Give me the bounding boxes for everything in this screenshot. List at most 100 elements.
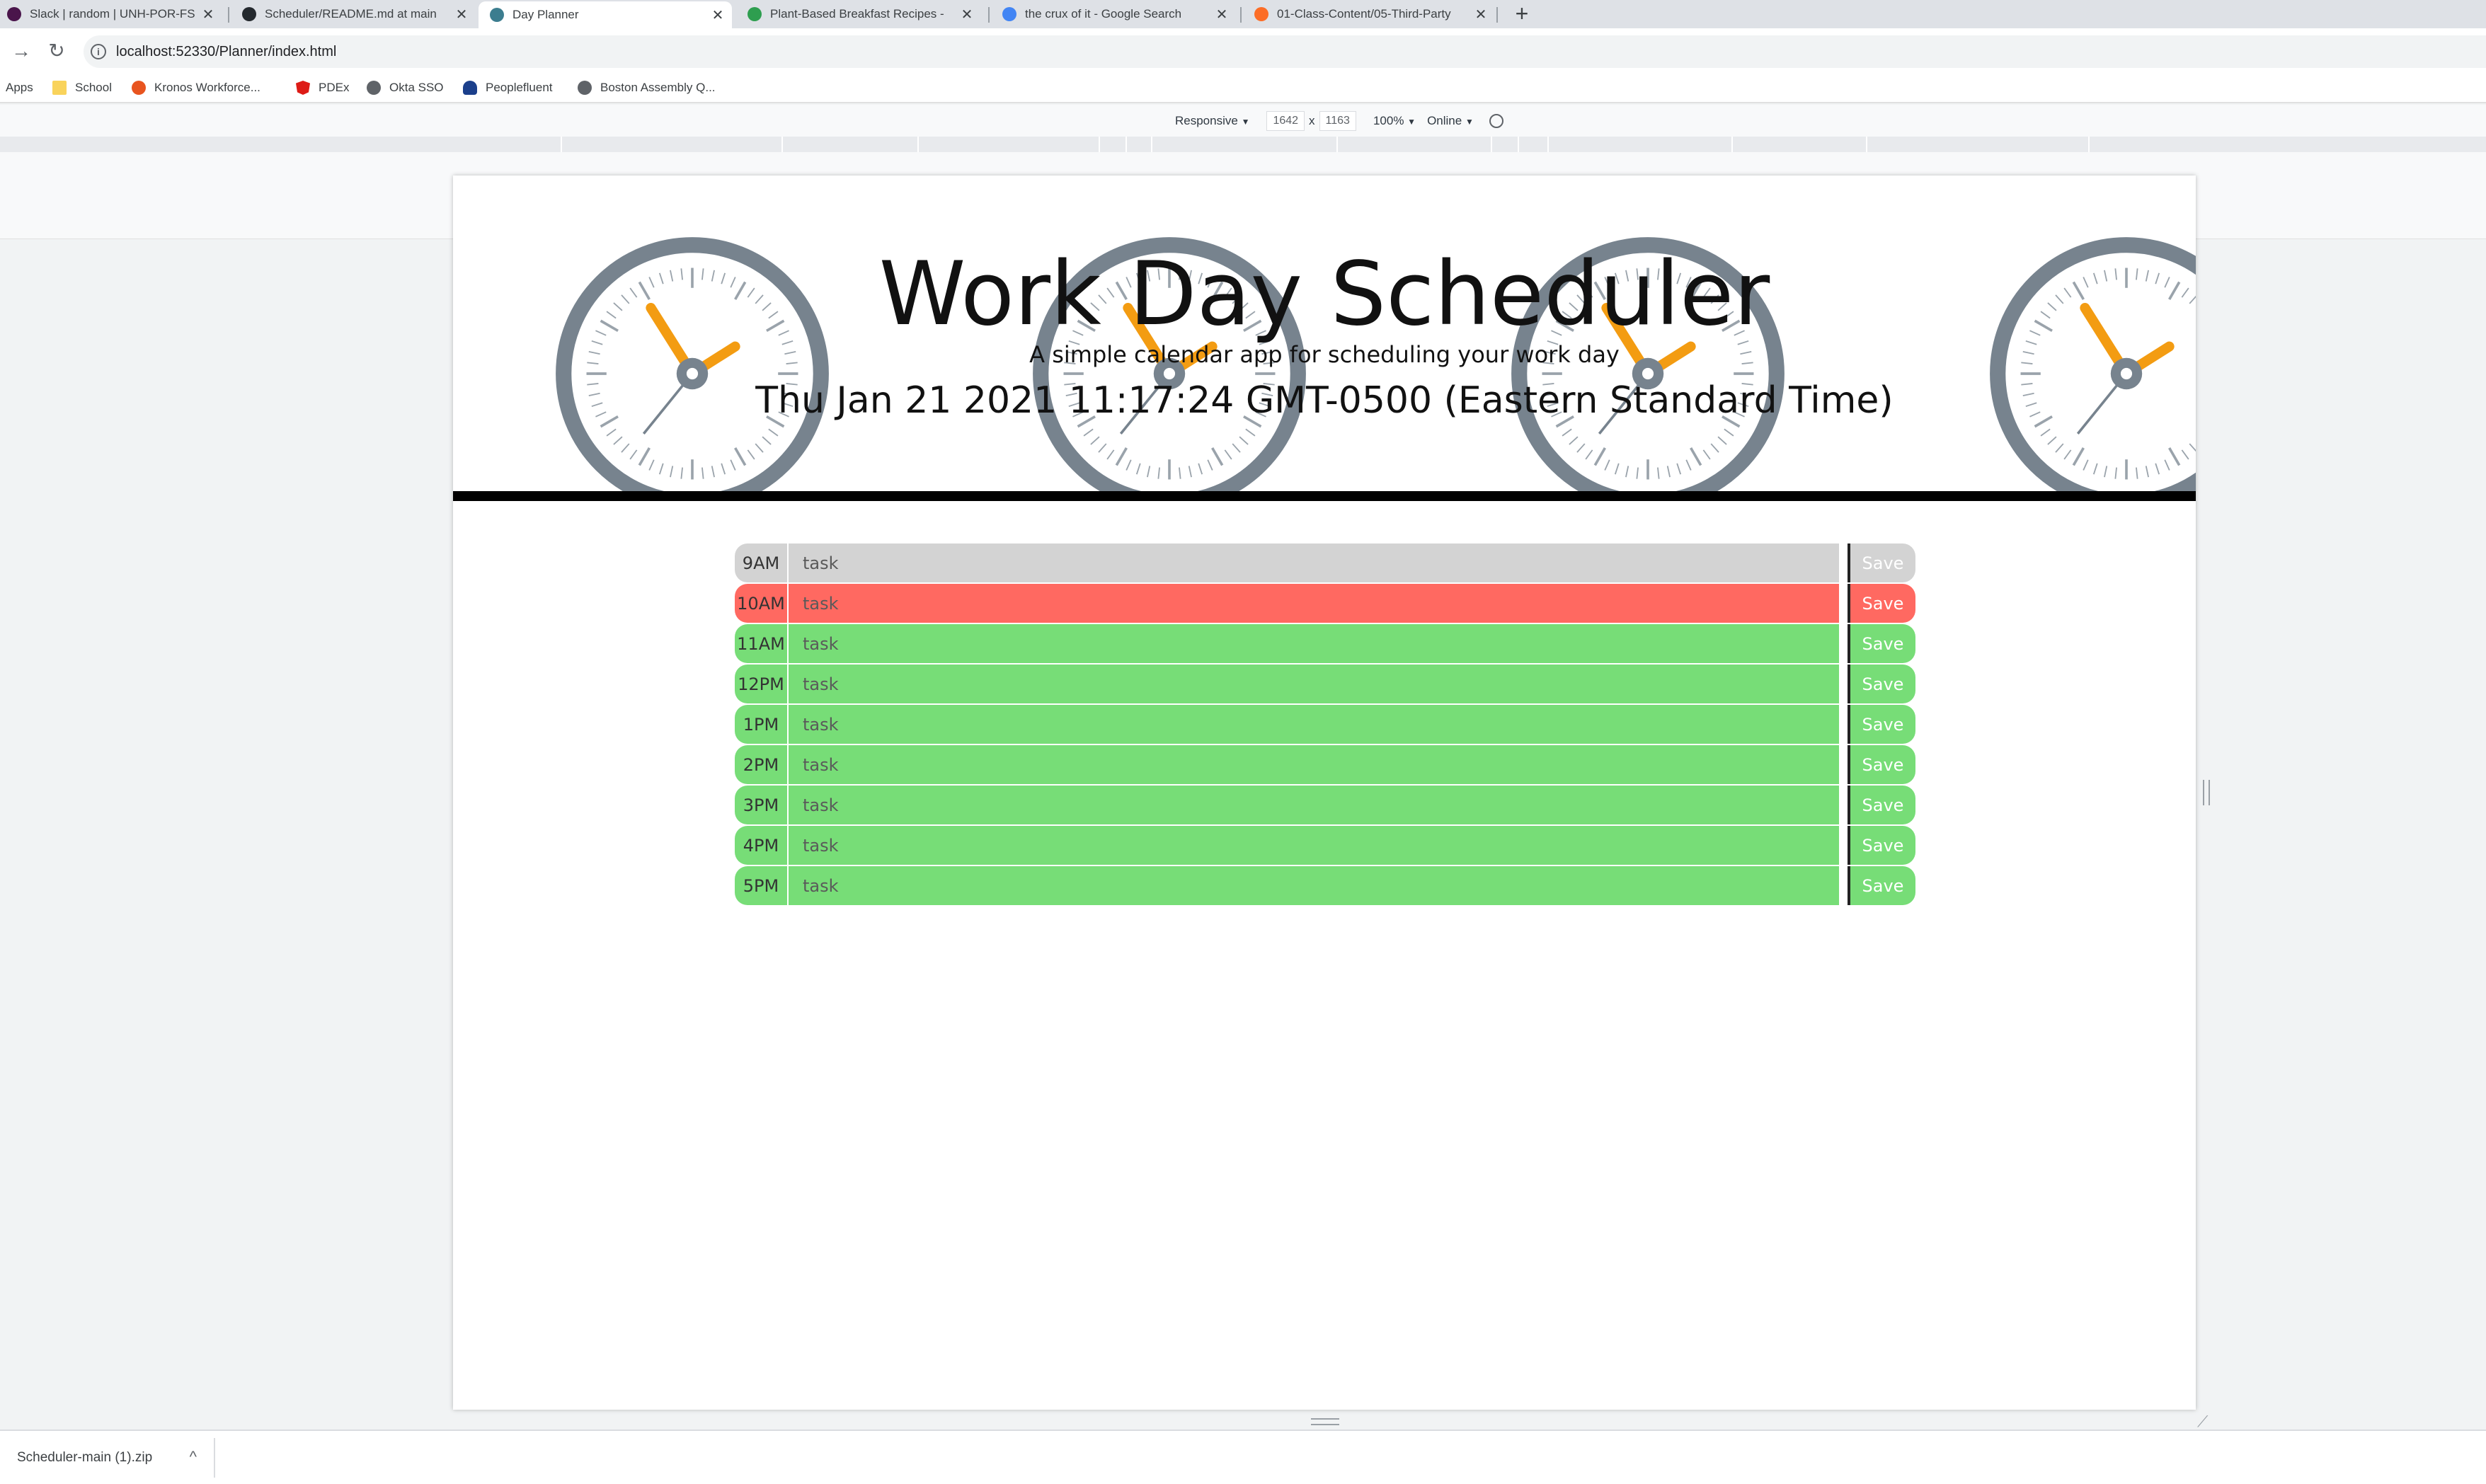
time-block-row: 10AM Save bbox=[735, 584, 1915, 624]
network-select[interactable]: Online ▼ bbox=[1427, 114, 1474, 128]
tab-recipes[interactable]: Plant-Based Breakfast Recipes - ✕ bbox=[736, 0, 981, 28]
ruler-mark bbox=[1125, 137, 1127, 152]
bookmark-kronos[interactable]: Kronos Workforce... bbox=[132, 81, 260, 95]
tab-title: Plant-Based Breakfast Recipes - bbox=[770, 7, 944, 21]
kronos-icon bbox=[132, 81, 146, 95]
save-button[interactable]: Save bbox=[1848, 624, 1915, 663]
hour-label: 1PM bbox=[735, 705, 787, 744]
tab-day-planner[interactable]: Day Planner ✕ bbox=[479, 1, 732, 28]
close-icon[interactable]: ✕ bbox=[711, 6, 725, 24]
task-input[interactable] bbox=[789, 786, 1839, 824]
url-text[interactable]: localhost:52330/Planner/index.html bbox=[116, 44, 336, 60]
info-icon[interactable]: i bbox=[91, 44, 106, 59]
folder-icon bbox=[52, 81, 67, 95]
save-button[interactable]: Save bbox=[1848, 705, 1915, 744]
github-icon bbox=[242, 7, 256, 21]
task-input[interactable] bbox=[789, 665, 1839, 703]
media-query-ruler[interactable] bbox=[0, 137, 2486, 152]
page-lead: A simple calendar app for scheduling you… bbox=[1029, 341, 1620, 368]
peoplefluent-icon bbox=[463, 81, 477, 95]
task-input[interactable] bbox=[789, 624, 1839, 663]
save-button[interactable]: Save bbox=[1848, 866, 1915, 905]
chevron-up-icon[interactable]: ^ bbox=[190, 1448, 197, 1466]
ruler-mark bbox=[1547, 137, 1549, 152]
close-icon[interactable]: ✕ bbox=[454, 6, 469, 23]
download-item[interactable]: Scheduler-main (1).zip ^ bbox=[0, 1438, 215, 1478]
bookmarks-bar: Apps School Kronos Workforce... PDEx Okt… bbox=[0, 75, 2486, 103]
zoom-label: 100% bbox=[1373, 114, 1404, 127]
tab-google[interactable]: the crux of it - Google Search ✕ bbox=[991, 0, 1236, 28]
tab-gitlab[interactable]: 01-Class-Content/05-Third-Party ✕ bbox=[1243, 0, 1495, 28]
save-button[interactable]: Save bbox=[1848, 543, 1915, 582]
tab-title: Day Planner bbox=[512, 8, 579, 21]
ruler-mark bbox=[2088, 137, 2090, 152]
header-jumbotron: Work Day Scheduler A simple calendar app… bbox=[453, 176, 2196, 501]
google-icon bbox=[1002, 7, 1016, 21]
device-controls: Responsive ▼ 1642 x 1163 100% ▼ Online ▼ bbox=[1175, 109, 1503, 133]
device-select[interactable]: Responsive ▼ bbox=[1175, 114, 1249, 128]
bookmark-okta[interactable]: Okta SSO bbox=[367, 81, 444, 95]
save-button[interactable]: Save bbox=[1848, 584, 1915, 623]
times-label: x bbox=[1309, 114, 1315, 127]
ruler-mark bbox=[1866, 137, 1867, 152]
ruler-mark bbox=[1151, 137, 1152, 152]
width-input[interactable]: 1642 bbox=[1266, 111, 1305, 131]
ruler-mark bbox=[1336, 137, 1338, 152]
save-button[interactable]: Save bbox=[1848, 665, 1915, 703]
close-icon[interactable]: ✕ bbox=[960, 6, 974, 23]
zoom-select[interactable]: 100% ▼ bbox=[1373, 114, 1416, 128]
forward-icon[interactable]: → bbox=[7, 37, 35, 65]
tab-separator bbox=[1496, 7, 1498, 23]
save-button[interactable]: Save bbox=[1848, 745, 1915, 784]
hour-label: 11AM bbox=[735, 624, 787, 663]
download-filename: Scheduler-main (1).zip bbox=[17, 1450, 153, 1465]
tab-separator bbox=[1240, 7, 1242, 23]
save-button[interactable]: Save bbox=[1848, 826, 1915, 865]
task-input[interactable] bbox=[789, 745, 1839, 784]
network-label: Online bbox=[1427, 114, 1462, 127]
hour-label: 9AM bbox=[735, 543, 787, 582]
address-bar[interactable]: i localhost:52330/Planner/index.html bbox=[84, 35, 2486, 68]
task-input[interactable] bbox=[789, 543, 1839, 582]
chevron-down-icon: ▼ bbox=[1465, 117, 1474, 127]
gitlab-icon bbox=[1254, 7, 1268, 21]
tab-slack[interactable]: Slack | random | UNH-POR-FSF-F ✕ bbox=[0, 0, 222, 28]
bookmark-label: Peoplefluent bbox=[486, 81, 553, 94]
height-input[interactable]: 1163 bbox=[1319, 111, 1356, 131]
chevron-down-icon: ▼ bbox=[1407, 117, 1416, 127]
task-input[interactable] bbox=[789, 584, 1839, 623]
resize-handle-bottom[interactable] bbox=[1311, 1418, 1339, 1425]
task-input[interactable] bbox=[789, 705, 1839, 744]
tab-separator bbox=[988, 7, 990, 23]
time-block-row: 11AM Save bbox=[735, 624, 1915, 665]
ruler-mark bbox=[1731, 137, 1733, 152]
resize-handle-corner[interactable]: ⟋ bbox=[2197, 1413, 2208, 1431]
bookmark-school[interactable]: School bbox=[52, 81, 112, 95]
ruler-mark bbox=[1518, 137, 1519, 152]
ruler-mark bbox=[781, 137, 783, 152]
tab-title: the crux of it - Google Search bbox=[1025, 7, 1182, 21]
bookmark-pdex[interactable]: PDEx bbox=[296, 81, 349, 95]
task-input[interactable] bbox=[789, 866, 1839, 905]
reload-icon[interactable]: ↻ bbox=[42, 37, 71, 65]
angular-icon bbox=[296, 81, 310, 95]
bookmark-peoplefluent[interactable]: Peoplefluent bbox=[463, 81, 553, 95]
leaf-icon bbox=[747, 7, 762, 21]
task-input[interactable] bbox=[789, 826, 1839, 865]
close-icon[interactable]: ✕ bbox=[1474, 6, 1488, 23]
close-icon[interactable]: ✕ bbox=[201, 6, 215, 23]
bookmark-apps[interactable]: Apps bbox=[6, 81, 33, 95]
new-tab-button[interactable]: + bbox=[1508, 0, 1536, 28]
chevron-down-icon: ▼ bbox=[1241, 117, 1250, 127]
tab-title: Slack | random | UNH-POR-FSF-F bbox=[30, 7, 195, 21]
bookmark-label: Apps bbox=[6, 81, 33, 94]
rotate-icon[interactable] bbox=[1489, 114, 1503, 128]
time-block-row: 3PM Save bbox=[735, 786, 1915, 826]
save-button[interactable]: Save bbox=[1848, 786, 1915, 824]
tab-github[interactable]: Scheduler/README.md at main ✕ bbox=[231, 0, 476, 28]
resize-handle-right[interactable] bbox=[2203, 780, 2210, 805]
close-icon[interactable]: ✕ bbox=[1215, 6, 1229, 23]
bookmark-boston-assembly[interactable]: Boston Assembly Q... bbox=[578, 81, 716, 95]
tab-strip: Slack | random | UNH-POR-FSF-F ✕ Schedul… bbox=[0, 0, 2486, 28]
ruler-mark bbox=[1491, 137, 1492, 152]
